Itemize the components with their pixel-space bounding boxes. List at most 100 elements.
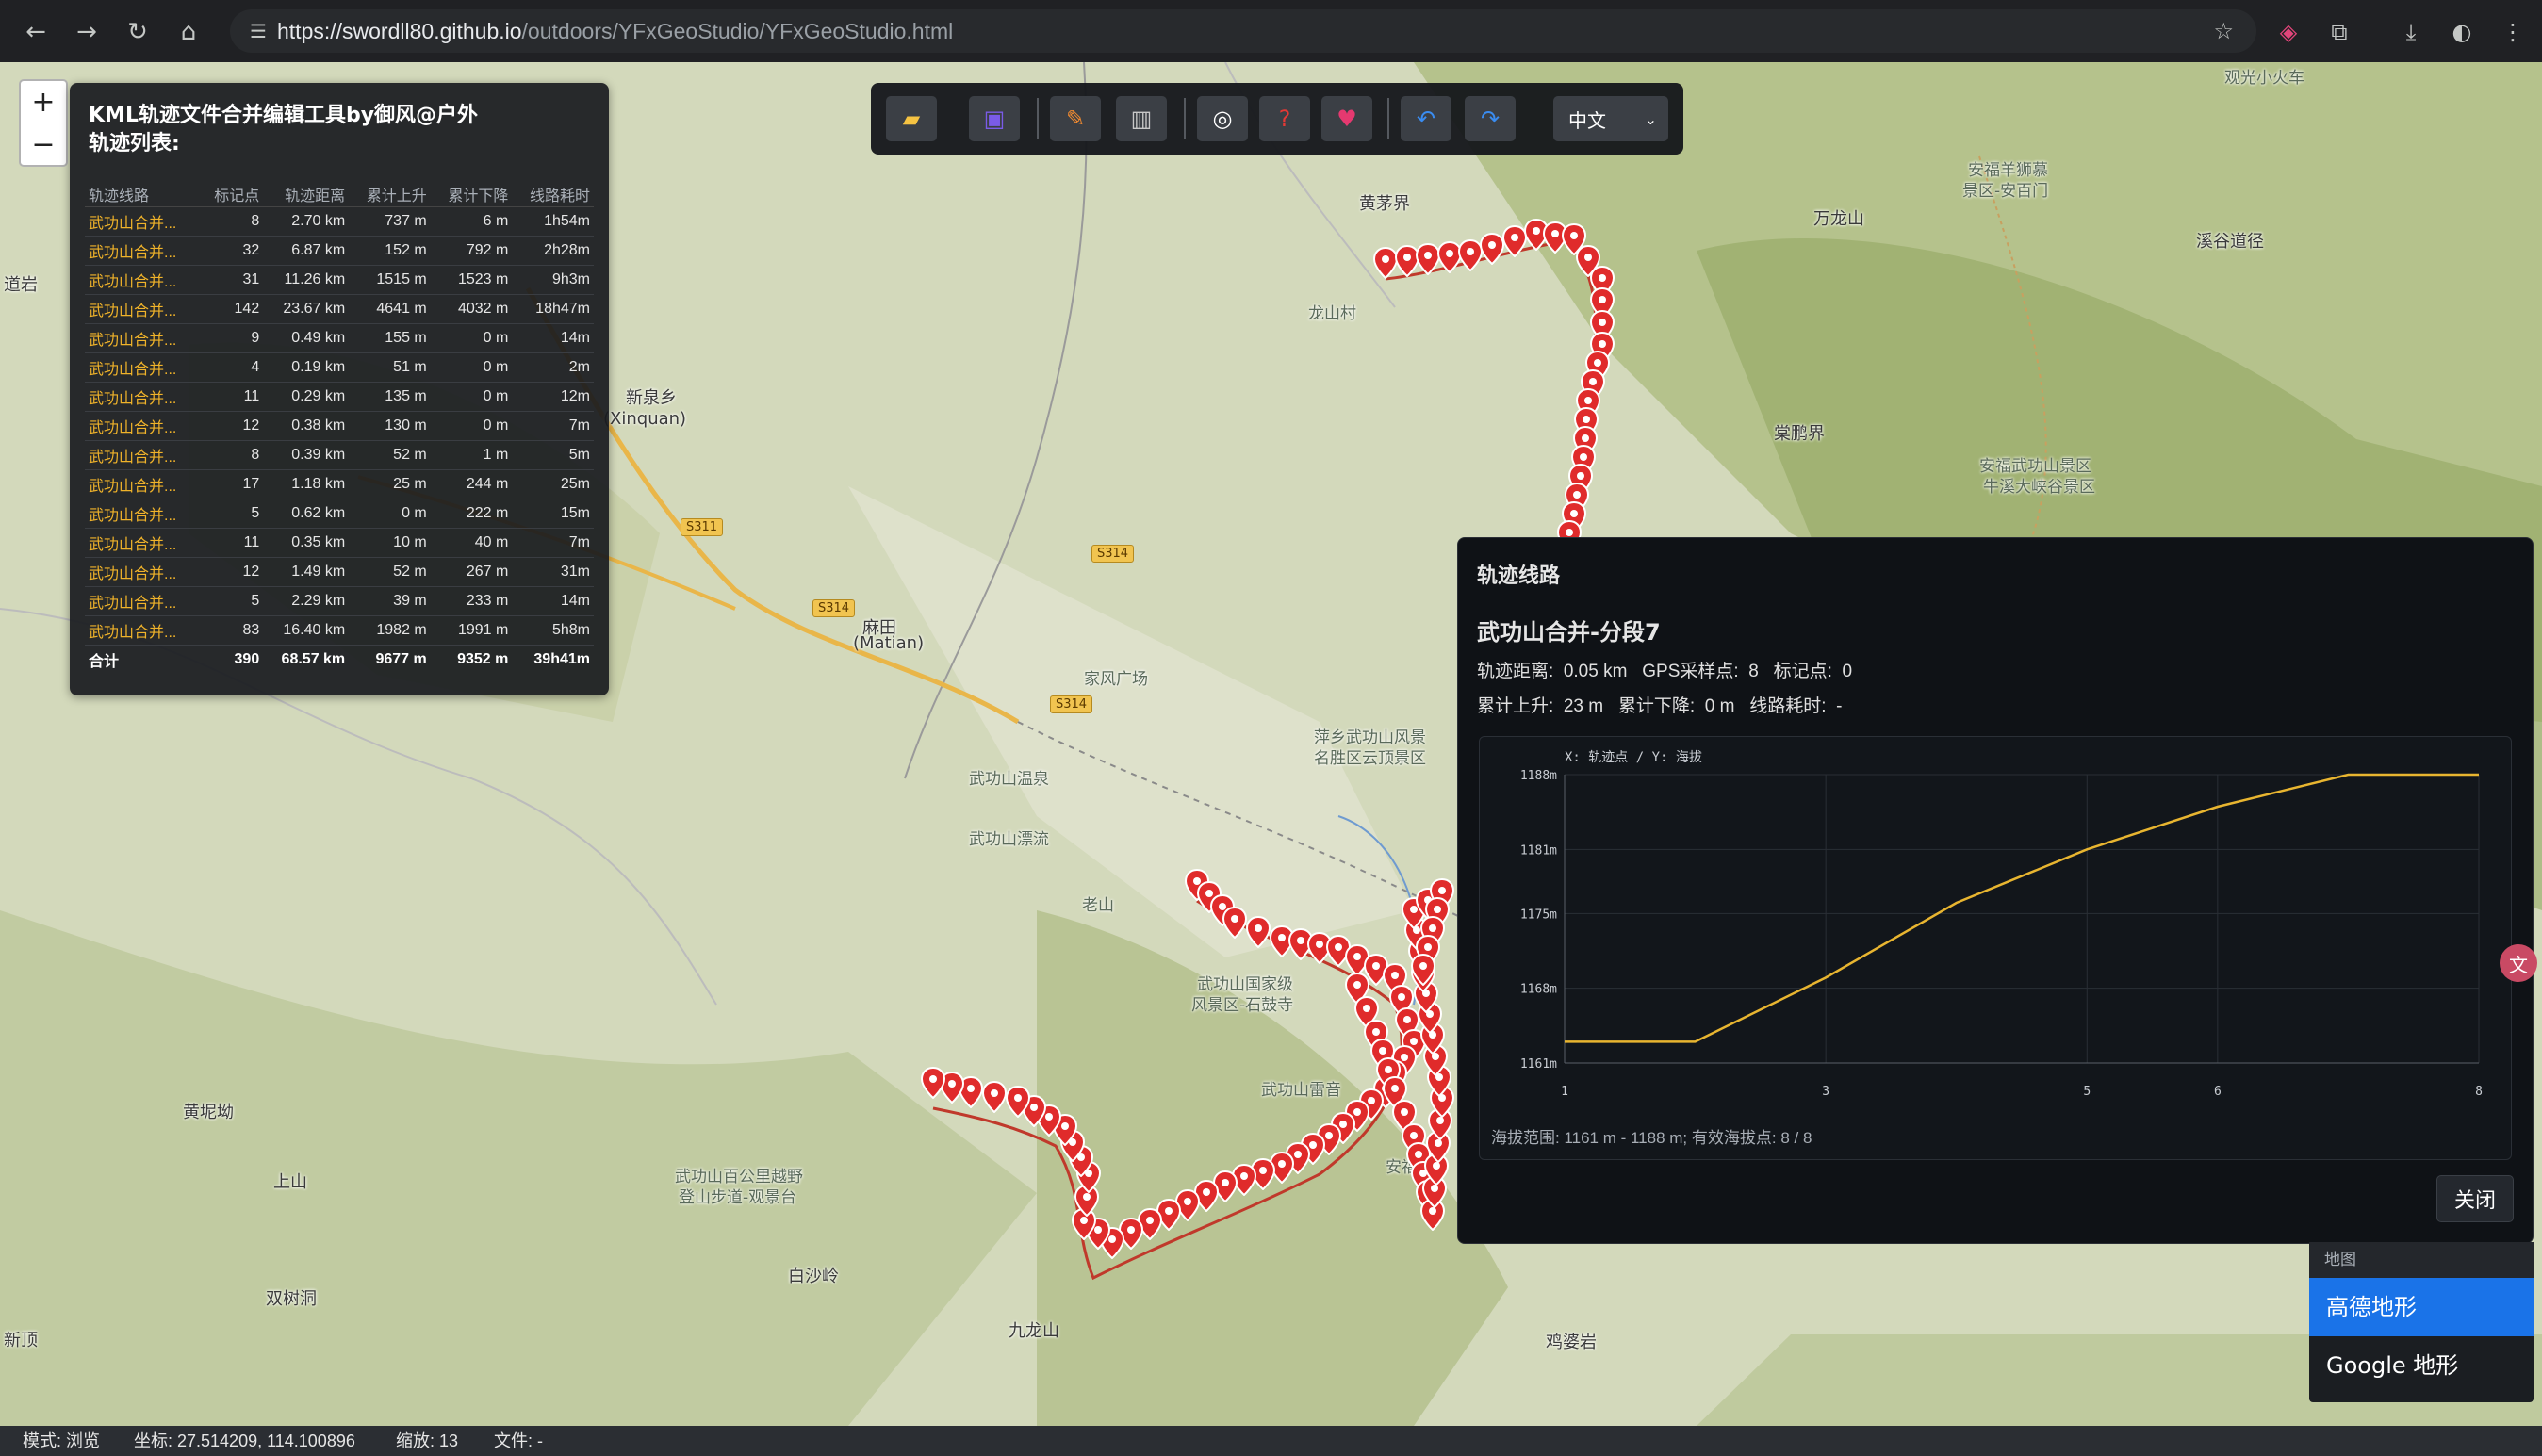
track-name-cell[interactable]: 武功山合并... [85,323,200,353]
track-name-cell[interactable]: 武功山合并... [85,440,200,470]
table-cell: 14m [512,323,594,353]
forward-icon[interactable]: → [68,13,106,51]
map-marker-icon[interactable] [1222,907,1247,939]
redo-button[interactable]: ↷ [1465,96,1516,141]
table-row[interactable]: 武功山合并... 8 0.39 km 52 m1 m 5m [85,440,594,470]
favorite-heart-button[interactable]: ♥ [1321,96,1372,141]
y-tick-label: 1161m [1520,1057,1557,1072]
save-button[interactable]: ▣ [969,96,1020,141]
track-name-cell[interactable]: 武功山合并... [85,411,200,441]
track-name-cell[interactable]: 武功山合并... [85,294,200,324]
help-button[interactable]: ? [1259,96,1310,141]
zoom-out-button[interactable]: − [21,123,66,165]
table-row[interactable]: 武功山合并... 11 0.29 km 135 m0 m 12m [85,382,594,412]
status-zoom: 缩放: 13 [396,1431,459,1450]
y-tick-label: 1175m [1520,908,1557,922]
extensions-icon[interactable]: ⧉ [2322,15,2356,49]
home-icon[interactable]: ⌂ [170,13,207,51]
map-marker-icon[interactable] [1411,954,1435,986]
map-marker-icon[interactable] [982,1081,1007,1113]
map-marker-icon[interactable] [1246,916,1271,948]
delete-button[interactable]: ▥ [1116,96,1167,141]
translate-float-icon[interactable]: 文 [2500,944,2537,982]
layer-option-google-terrain[interactable]: Google 地形 [2309,1336,2534,1395]
table-row[interactable]: 武功山合并... 12 0.38 km 130 m0 m 7m [85,411,594,441]
track-name-cell[interactable]: 武功山合并... [85,382,200,412]
table-row[interactable]: 武功山合并... 17 1.18 km 25 m 244 m 25m [85,469,594,499]
target-button[interactable]: ◎ [1197,96,1248,141]
place-label: 登山步道-观景台 [679,1188,797,1207]
table-row[interactable]: 武功山合并... 11 0.35 km 10 m 40 m 7m [85,528,594,558]
table-cell: 0 m [349,499,431,529]
close-button[interactable]: 关闭 [2436,1175,2514,1222]
table-cell: 5 [199,499,264,529]
translate-ext-icon[interactable]: ◈ [2271,15,2305,49]
address-bar[interactable]: ☰ https://swordll80.github.io/outdoors/Y… [230,9,2256,53]
menu-icon[interactable]: ⋮ [2496,15,2530,49]
table-cell: 5m [512,440,594,470]
site-info-icon[interactable]: ☰ [239,20,277,42]
column-header: 标记点 [199,181,264,207]
toolbar-divider [1387,98,1389,139]
map-marker-icon[interactable] [1501,225,1527,258]
table-cell: 244 m [430,469,513,499]
place-label: 新泉乡 [626,388,677,408]
table-row[interactable]: 武功山合并... 4 0.19 km 51 m0 m 2m [85,352,594,383]
table-cell: 39 m [349,586,431,616]
place-label: (Matian) [853,633,925,653]
track-detail-panel: 轨迹线路 武功山合并-分段7 轨迹距离: 0.05 km GPS采样点: 8 标… [1457,537,2534,1244]
map-marker-icon[interactable] [1480,232,1505,265]
table-row[interactable]: 武功山合并... 31 11.26 km 1515 m 1523 m 9h3m [85,265,594,295]
table-cell: 1.18 km [263,469,350,499]
track-name-cell[interactable]: 武功山合并... [85,528,200,558]
track-name-cell[interactable]: 武功山合并... [85,265,200,295]
download-icon[interactable]: ⤓ [2394,15,2428,49]
zoom-in-button[interactable]: + [21,81,66,123]
profile-avatar-icon[interactable]: ◐ [2445,15,2479,49]
table-cell: 222 m [430,499,513,529]
toolbar: ▰ ▣ ✎ ▥ ◎ ? ♥ ↶ ↷ 中文 ⌄ [871,83,1683,155]
track-name-cell[interactable]: 武功山合并... [85,352,200,383]
layer-option-amap-terrain[interactable]: 高德地形 [2309,1278,2534,1336]
track-name-cell[interactable]: 武功山合并... [85,469,200,499]
edit-pencil-button[interactable]: ✎ [1050,96,1101,141]
table-cell: 40 m [430,528,513,558]
track-name-cell[interactable]: 武功山合并... [85,586,200,616]
undo-button[interactable]: ↶ [1401,96,1451,141]
elevation-series-line [1565,773,2479,1043]
table-row[interactable]: 武功山合并... 32 6.87 km 152 m 792 m 2h28m [85,236,594,266]
place-label: 龙山村 [1308,304,1356,323]
table-cell: 0.62 km [263,499,350,529]
table-row[interactable]: 武功山合并... 5 2.29 km 39 m 233 m 14m [85,586,594,616]
place-label: 名胜区云顶景区 [1314,749,1426,768]
track-table: 轨迹线路 标记点 轨迹距离 累计上升 累计下降 线路耗时 武功山合并... 8 2.70 km… [85,181,594,674]
track-name-cell[interactable]: 武功山合并... [85,206,200,237]
table-row[interactable]: 武功山合并... 142 23.67 km 4641 m 4032 m 18h47m [85,294,594,324]
place-label: 牛溪大峡谷景区 [1983,478,2095,497]
track-name-cell[interactable]: 武功山合并... [85,499,200,529]
back-icon[interactable]: ← [17,13,55,51]
place-label: 观光小火车 [2224,69,2304,88]
table-row[interactable]: 武功山合并... 83 16.40 km 1982 m 1991 m 5h8m [85,615,594,646]
table-row[interactable]: 武功山合并... 8 2.70 km 737 m6 m 1h54m [85,206,594,237]
table-row[interactable]: 武功山合并... 12 1.49 km 52 m 267 m 31m [85,557,594,587]
table-row[interactable]: 武功山合并... 9 0.49 km 155 m0 m 14m [85,323,594,353]
language-select[interactable]: 中文 ⌄ [1553,96,1668,141]
track-name-cell[interactable]: 武功山合并... [85,236,200,266]
map-marker-icon[interactable] [1006,1086,1030,1118]
table-row[interactable]: 武功山合并... 5 0.62 km 0 m 222 m 15m [85,499,594,529]
reload-icon[interactable]: ↻ [119,13,156,51]
track-name-cell[interactable]: 武功山合并... [85,557,200,587]
table-cell: 32 [199,236,264,266]
table-cell: 2m [512,352,594,383]
place-label: 九龙山 [1009,1321,1059,1341]
open-file-button[interactable]: ▰ [886,96,937,141]
table-cell: 14m [512,586,594,616]
map-marker-icon[interactable] [1458,239,1483,271]
bookmark-star-icon[interactable]: ☆ [2213,18,2234,44]
table-cell: 155 m [349,323,431,353]
track-name-cell[interactable]: 武功山合并... [85,615,200,646]
table-cell: 83 [199,615,264,646]
url-text[interactable]: https://swordll80.github.io/outdoors/YFx… [277,19,953,44]
map-marker-icon[interactable] [921,1067,945,1099]
